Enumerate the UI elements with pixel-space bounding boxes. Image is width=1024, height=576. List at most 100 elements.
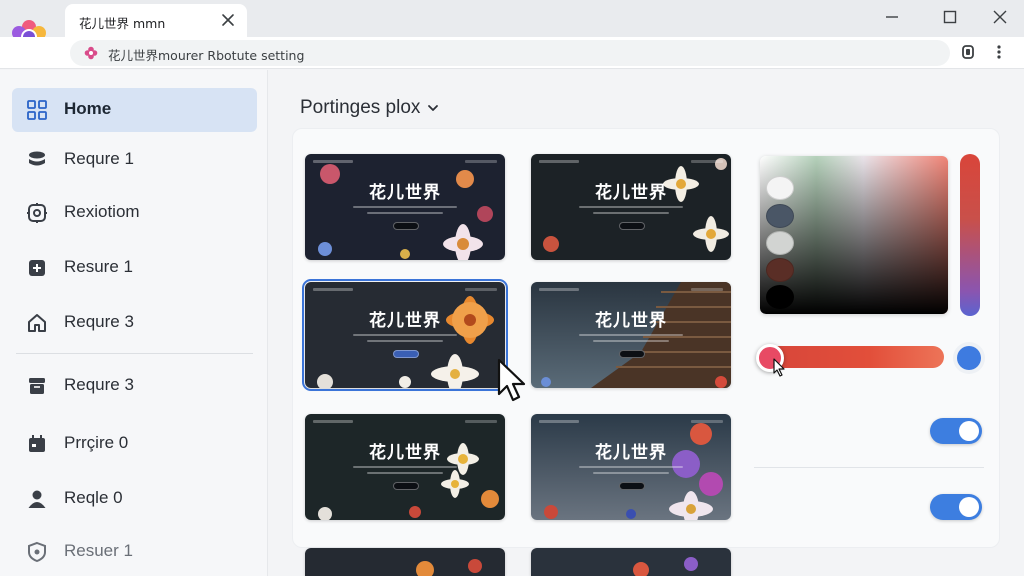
tab-title: 花儿世界 mmn: [79, 16, 166, 31]
sidebar-item-label: Requre 3: [64, 312, 134, 331]
sidebar-item-reqle-0[interactable]: Reqle 0: [12, 477, 257, 521]
template-thumbnail-4[interactable]: 花儿世界: [531, 282, 731, 388]
stack-icon: [29, 151, 45, 166]
sidebar-divider: [16, 353, 253, 354]
thumb-subtitle-line: [353, 334, 457, 336]
thumb-header: [313, 420, 353, 423]
thumb-cta: [619, 482, 645, 490]
color-swatch-brown[interactable]: [766, 258, 794, 282]
template-thumbnail-8[interactable]: [531, 548, 731, 576]
sidebar-item-label: Rexiotiom: [64, 202, 140, 221]
thumb-title: 花儿世界: [369, 311, 441, 331]
thumb-nav: [691, 160, 723, 163]
thumb-title: 花儿世界: [595, 183, 667, 203]
thumb-header: [539, 420, 579, 423]
thumb-header: [313, 288, 353, 291]
thumb-title: 花儿世界: [369, 443, 441, 463]
thumb-title: 花儿世界: [369, 183, 441, 203]
thumb-subtitle-line: [579, 466, 683, 468]
calendar-icon: [29, 435, 45, 452]
section-title-dropdown[interactable]: Portinges plox: [300, 97, 440, 119]
thumb-title: 花儿世界: [595, 311, 667, 331]
maximize-icon[interactable]: [942, 9, 958, 25]
shield-icon: [28, 541, 46, 563]
hue-slider[interactable]: [960, 154, 980, 316]
color-swatch-slate[interactable]: [766, 204, 794, 228]
toggle-switch-2[interactable]: [930, 494, 982, 520]
thumb-cta: [619, 222, 645, 230]
minimize-icon[interactable]: [884, 9, 900, 25]
sidebar-item-prrcire-0[interactable]: Prrçire 0: [12, 422, 257, 466]
template-thumbnail-5[interactable]: 花儿世界: [305, 414, 505, 520]
thumb-nav: [691, 288, 723, 291]
toggle-knob: [959, 421, 979, 441]
color-swatch-silver[interactable]: [766, 231, 794, 255]
sidebar-item-resuer-1[interactable]: Resuer 1: [12, 530, 257, 574]
thumb-subtitle-line: [353, 466, 457, 468]
window-close-icon[interactable]: [992, 9, 1008, 25]
thumb-subtitle-line: [579, 206, 683, 208]
sidebar-item-label: Requre 1: [64, 149, 134, 168]
address-bar: 花儿世界mourer Rbotute setting: [0, 37, 1024, 69]
thumb-nav: [465, 160, 497, 163]
thumb-cta: [393, 222, 419, 230]
url-text: 花儿世界mourer Rbotute setting: [108, 48, 305, 63]
thumb-subtitle-line: [579, 334, 683, 336]
thumb-subtitle-line: [367, 212, 443, 214]
template-thumbnail-6[interactable]: 花儿世界: [531, 414, 731, 520]
thumb-nav: [691, 420, 723, 423]
thumb-cta: [619, 350, 645, 358]
sidebar-item-resure-1[interactable]: Resure 1: [12, 246, 257, 290]
template-thumbnail-3[interactable]: 花儿世界: [302, 279, 508, 391]
thumb-nav: [465, 420, 497, 423]
sidebar-item-label: Resure 1: [64, 257, 133, 276]
user-icon: [28, 490, 46, 508]
sidebar-item-label: Prrçire 0: [64, 433, 129, 452]
toggle-switch-1[interactable]: [930, 418, 982, 444]
sidebar-item-requre-3[interactable]: Requre 3: [12, 301, 257, 345]
title-bar: 花儿世界 mmn: [0, 0, 1024, 37]
browser-tab[interactable]: 花儿世界 mmn: [65, 4, 247, 37]
sidebar-item-rexiotiom[interactable]: Rexiotiom: [12, 191, 257, 235]
thumb-subtitle-line: [367, 340, 443, 342]
site-flower-icon: [84, 46, 98, 60]
flower-background: [305, 548, 505, 576]
thumb-subtitle-line: [593, 340, 669, 342]
plus-square-icon: [29, 260, 45, 276]
sidebar-item-requre-3b[interactable]: Requre 3: [12, 364, 257, 408]
thumb-subtitle-line: [593, 472, 669, 474]
template-thumbnail-2[interactable]: 花儿世界: [531, 154, 731, 260]
thumb-subtitle-line: [353, 206, 457, 208]
sidebar-item-home[interactable]: Home: [12, 88, 257, 132]
thumb-cta: [393, 350, 419, 358]
chevron-down-icon: [428, 105, 439, 111]
flower-background: [531, 548, 731, 576]
sidebar-item-label: Requre 3: [64, 375, 134, 394]
sidebar: Home Requre 1 Rexiotiom Resure 1 Requre …: [0, 70, 268, 576]
thumb-header: [539, 288, 579, 291]
thumb-nav: [465, 288, 497, 291]
accent-color-dot[interactable]: [957, 346, 981, 370]
small-cursor-icon: [773, 358, 785, 377]
color-swatch-white[interactable]: [766, 176, 794, 200]
extension-icon[interactable]: [959, 43, 977, 61]
close-icon[interactable]: [219, 11, 237, 29]
sidebar-item-label: Home: [64, 99, 112, 118]
thumb-header: [539, 160, 579, 163]
house-icon: [28, 314, 46, 332]
sidebar-item-requre-1[interactable]: Requre 1: [12, 138, 257, 182]
thumb-subtitle-line: [367, 472, 443, 474]
mouse-cursor-icon: [497, 358, 526, 402]
gear-icon: [27, 203, 47, 223]
template-thumbnail-1[interactable]: 花儿世界: [305, 154, 505, 260]
template-thumbnail-7[interactable]: [305, 548, 505, 576]
settings-divider: [754, 467, 984, 468]
url-field[interactable]: 花儿世界mourer Rbotute setting: [70, 40, 950, 66]
more-options-icon[interactable]: [993, 43, 1005, 61]
thumb-title: 花儿世界: [595, 443, 667, 463]
section-title: Portinges plox: [300, 97, 421, 118]
grid-icon: [27, 100, 47, 120]
color-swatch-black[interactable]: [766, 285, 794, 309]
toggle-knob: [959, 497, 979, 517]
thumb-header: [313, 160, 353, 163]
